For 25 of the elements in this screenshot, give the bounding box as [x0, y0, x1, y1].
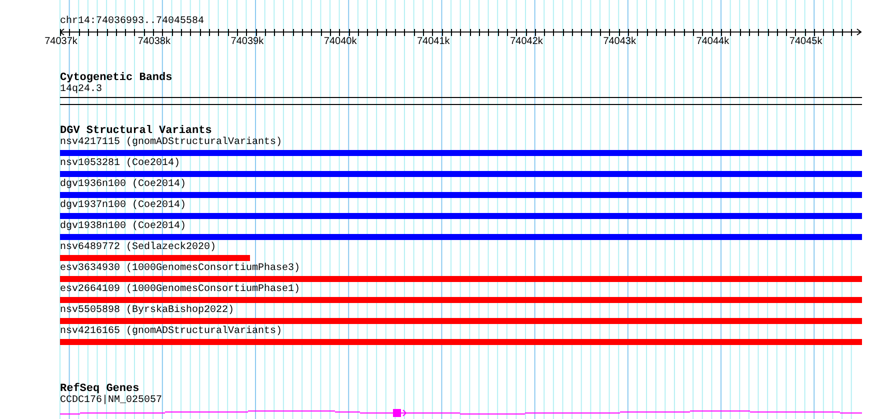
feature-label: CCDC176|NM_025057	[60, 395, 162, 406]
ruler-tick-label: 74037k	[44, 36, 78, 48]
track-title: RefSeq Genes	[60, 383, 140, 395]
ruler-tick-label: 74041k	[416, 36, 450, 48]
ruler-tick-label: 74040k	[324, 36, 357, 48]
feature-label: esv3634930 (1000GenomesConsortiumPhase3)	[60, 263, 300, 274]
feature-label: nsv1053281 (Coe2014)	[60, 158, 180, 169]
feature-label: nsv4216165 (gnomADStructuralVariants)	[60, 326, 282, 337]
feature-label: dgv1936n100 (Coe2014)	[60, 179, 186, 190]
feature-label: nsv4217115 (gnomADStructuralVariants)	[60, 137, 282, 148]
feature-label: dgv1938n100 (Coe2014)	[60, 221, 186, 232]
ruler-tick-label: 74039k	[230, 36, 264, 48]
feature-label: esv2664109 (1000GenomesConsortiumPhase1)	[60, 284, 300, 295]
ruler-tick-label: 74045k	[789, 36, 822, 48]
track-title: DGV Structural Variants	[60, 125, 212, 137]
ruler-tick-label: 74044k	[696, 36, 730, 48]
feature-label: dgv1937n100 (Coe2014)	[60, 200, 186, 211]
ruler-tick-label: 74043k	[603, 36, 636, 48]
ruler-tick-label: 74042k	[510, 36, 543, 48]
feature-label: 14q24.3	[60, 84, 102, 95]
track-title: Cytogenetic Bands	[60, 72, 172, 84]
feature-label: nsv5505898 (ByrskaBishop2022)	[60, 305, 234, 316]
location-label: chr14:74036993..74045584	[60, 16, 204, 28]
feature-label: nsv6489772 (Sedlazeck2020)	[60, 242, 216, 253]
ruler-tick-label: 74038k	[138, 36, 170, 48]
